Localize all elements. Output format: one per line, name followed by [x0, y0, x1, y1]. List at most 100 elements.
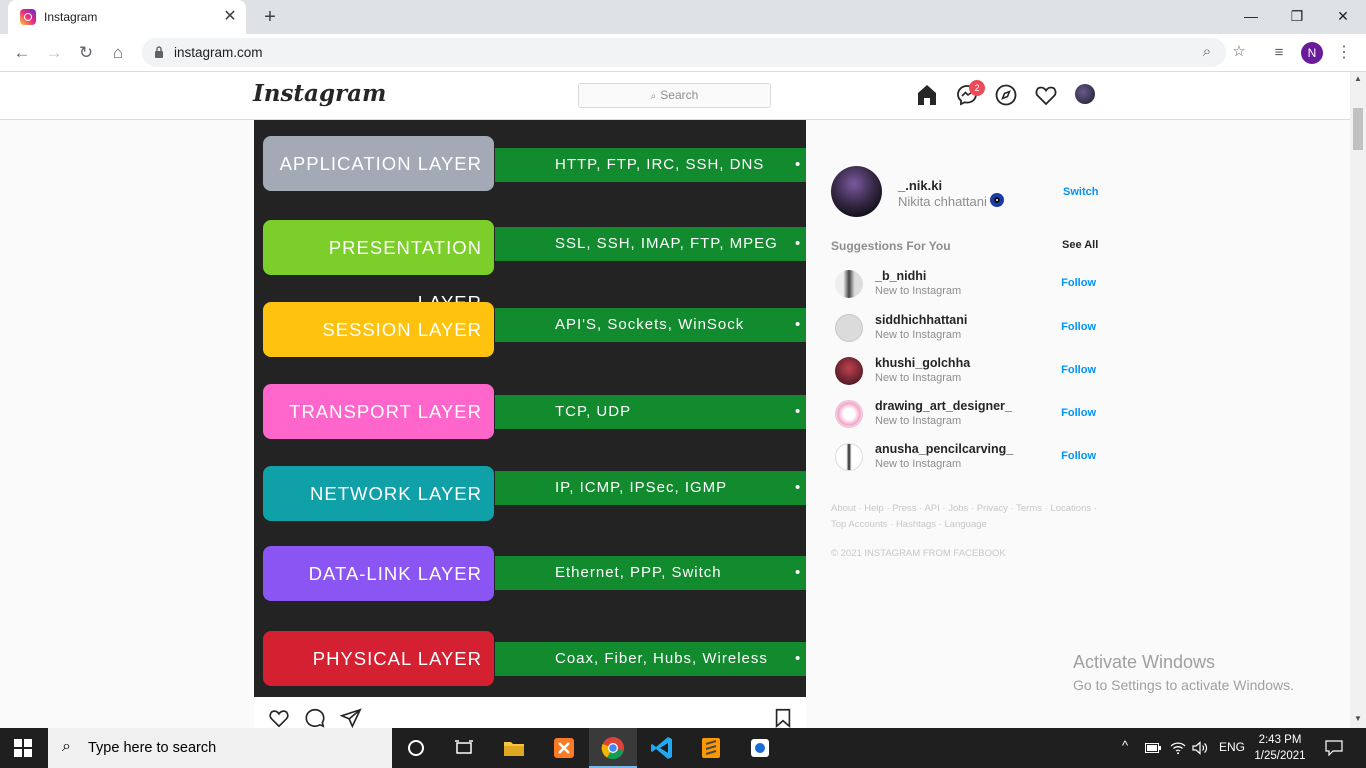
forward-button[interactable]: → — [42, 41, 66, 65]
suggestion-subtitle: New to Instagram — [875, 285, 962, 297]
switch-account-button[interactable]: Switch — [1063, 186, 1098, 198]
clock-time: 2:43 PM — [1258, 734, 1302, 746]
suggestion-item: siddhichhattani New to Instagram Follow — [831, 312, 1096, 348]
browser-profile-avatar[interactable]: N — [1301, 42, 1323, 64]
suggestion-username[interactable]: khushi_golchha — [875, 356, 970, 370]
my-username[interactable]: _.nik.ki — [898, 178, 942, 193]
suggestion-subtitle: New to Instagram — [875, 458, 962, 470]
tab-title: Instagram — [44, 10, 98, 24]
instagram-logo[interactable]: Instagram — [253, 80, 386, 107]
follow-button[interactable]: Follow — [1061, 277, 1096, 289]
footer-links[interactable]: Top Accounts · Hashtags · Language — [831, 519, 1111, 530]
save-bookmark-icon[interactable] — [771, 707, 795, 729]
tab-close-icon[interactable]: ✕ — [220, 7, 240, 27]
wifi-icon[interactable] — [1170, 741, 1186, 755]
zoom-icon[interactable]: ⌕ — [1196, 41, 1218, 63]
notifications-icon[interactable] — [1325, 740, 1343, 756]
activate-windows-title: Activate Windows — [1073, 652, 1216, 672]
layer-protocols: Ethernet, PPP, Switch — [495, 556, 806, 590]
sublime-text-icon[interactable] — [697, 734, 725, 762]
cortana-icon[interactable] — [402, 734, 430, 762]
suggestion-subtitle: New to Instagram — [875, 329, 962, 341]
tray-chevron-icon[interactable]: ^ — [1122, 738, 1128, 753]
bookmark-star-icon[interactable]: ☆ — [1228, 41, 1250, 63]
follow-button[interactable]: Follow — [1061, 364, 1096, 376]
comment-icon[interactable] — [303, 707, 327, 729]
activate-windows-subtitle: Go to Settings to activate Windows. — [1073, 677, 1294, 693]
reload-button[interactable]: ↻ — [74, 41, 98, 65]
default-avatar-icon[interactable] — [835, 314, 863, 342]
url-text: instagram.com — [174, 45, 263, 60]
chrome-icon[interactable] — [599, 734, 627, 762]
scroll-down-arrow-icon[interactable]: ▼ — [1354, 714, 1362, 723]
vscode-icon[interactable] — [648, 734, 676, 762]
address-bar[interactable]: instagram.com ⌕ ☆ — [142, 38, 1246, 67]
search-input[interactable]: ⌕ Search — [578, 83, 771, 108]
suggestion-avatar[interactable] — [835, 443, 863, 471]
minimize-button[interactable]: — — [1228, 4, 1274, 28]
follow-button[interactable]: Follow — [1061, 407, 1096, 419]
new-tab-button[interactable]: + — [258, 5, 282, 29]
suggestion-username[interactable]: siddhichhattani — [875, 313, 967, 327]
suggestion-item: drawing_art_designer_ New to Instagram F… — [831, 398, 1096, 434]
restore-button[interactable]: ❐ — [1274, 4, 1320, 28]
suggestion-username[interactable]: drawing_art_designer_ — [875, 399, 1012, 413]
layer-label: NETWORK LAYER — [263, 466, 494, 521]
my-avatar[interactable] — [831, 166, 882, 217]
layer-protocols: API'S, Sockets, WinSock — [495, 308, 806, 342]
instagram-favicon-icon — [20, 9, 36, 25]
my-fullname: Nikita chhattani — [898, 194, 987, 209]
page-scrollbar[interactable]: ▲ ▼ — [1350, 72, 1366, 728]
lock-icon — [155, 46, 163, 58]
media-control-icon[interactable]: ≡ — [1268, 42, 1290, 64]
like-heart-icon[interactable] — [267, 707, 291, 729]
messages-badge: 2 — [969, 80, 985, 96]
layer-protocols: SSL, SSH, IMAP, FTP, MPEG — [495, 227, 806, 261]
see-all-link[interactable]: See All — [1062, 239, 1098, 251]
suggestion-avatar[interactable] — [835, 357, 863, 385]
suggestion-avatar[interactable] — [835, 270, 863, 298]
windows-taskbar: ⌕ Type here to search ^ ENG 2:43 PM 1/25… — [0, 728, 1366, 768]
clock-date: 1/25/2021 — [1254, 750, 1306, 762]
suggestion-username[interactable]: _b_nidhi — [875, 269, 926, 283]
layer-label: PHYSICAL LAYER — [263, 631, 494, 686]
layer-label: APPLICATION LAYER — [263, 136, 494, 191]
share-icon[interactable] — [339, 707, 363, 729]
battery-icon[interactable] — [1145, 742, 1161, 754]
back-button[interactable]: ← — [10, 41, 34, 65]
scroll-thumb[interactable] — [1353, 108, 1363, 150]
tab-instagram[interactable]: Instagram ✕ — [8, 0, 246, 34]
search-placeholder: Search — [660, 88, 699, 102]
profile-avatar[interactable] — [1075, 84, 1095, 104]
suggestion-item: khushi_golchha New to Instagram Follow — [831, 355, 1096, 391]
layer-label: TRANSPORT LAYER — [263, 384, 494, 439]
taskbar-search-placeholder: Type here to search — [88, 740, 217, 756]
file-explorer-icon[interactable] — [500, 734, 528, 762]
scroll-up-arrow-icon[interactable]: ▲ — [1354, 74, 1362, 83]
taskbar-search-input[interactable]: ⌕ Type here to search — [48, 728, 392, 768]
follow-button[interactable]: Follow — [1061, 450, 1096, 462]
explore-compass-icon[interactable] — [994, 83, 1018, 107]
taskbar-clock[interactable]: 2:43 PM 1/25/2021 — [1252, 732, 1308, 764]
activity-heart-icon[interactable] — [1034, 83, 1058, 107]
footer-links[interactable]: About · Help · Press · API · Jobs · Priv… — [831, 503, 1111, 514]
home-button[interactable]: ⌂ — [106, 41, 130, 65]
suggestion-subtitle: New to Instagram — [875, 372, 962, 384]
app-icon[interactable] — [746, 734, 774, 762]
browser-tabstrip: Instagram ✕ + — ❐ ✕ — [0, 0, 1366, 34]
layer-protocols: HTTP, FTP, IRC, SSH, DNS — [495, 148, 806, 182]
language-indicator[interactable]: ENG — [1219, 740, 1245, 754]
task-view-icon[interactable] — [450, 734, 478, 762]
xampp-icon[interactable] — [550, 734, 578, 762]
suggestion-item: anusha_pencilcarving_ New to Instagram F… — [831, 441, 1096, 477]
post-image[interactable]: HTTP, FTP, IRC, SSH, DNS APPLICATION LAY… — [254, 120, 806, 697]
home-icon[interactable] — [915, 83, 939, 107]
browser-menu-icon[interactable]: ⋮ — [1336, 41, 1352, 65]
follow-button[interactable]: Follow — [1061, 321, 1096, 333]
close-window-button[interactable]: ✕ — [1320, 4, 1366, 28]
suggestion-username[interactable]: anusha_pencilcarving_ — [875, 442, 1013, 456]
volume-icon[interactable] — [1192, 741, 1208, 755]
windows-start-icon[interactable] — [14, 739, 32, 757]
browser-toolbar: ← → ↻ ⌂ instagram.com ⌕ ☆ ≡ N ⋮ — [0, 34, 1366, 72]
suggestion-avatar[interactable] — [835, 400, 863, 428]
